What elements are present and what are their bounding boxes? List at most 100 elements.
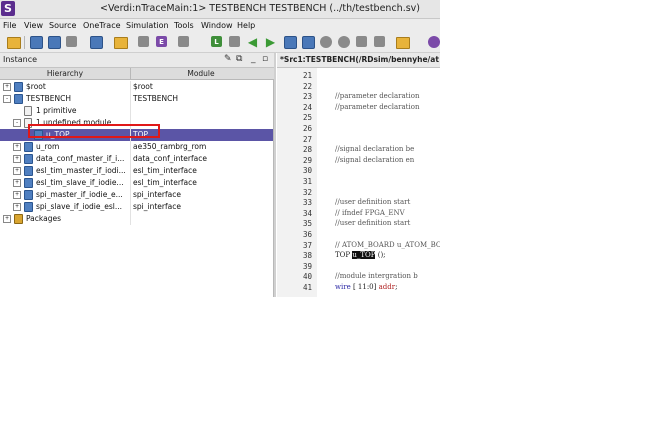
code-line: //signal declaration en	[335, 155, 415, 164]
down-icon[interactable]	[338, 36, 350, 48]
float-icon[interactable]: ⧉	[236, 54, 242, 64]
column-divider	[130, 93, 131, 105]
expand-icon[interactable]: +	[13, 143, 21, 151]
column-hierarchy[interactable]: Hierarchy	[0, 68, 131, 79]
code-line: //parameter declaration	[335, 102, 420, 111]
menu-file[interactable]: File	[3, 21, 16, 30]
expand-icon[interactable]: +	[3, 215, 11, 223]
module-icon	[24, 202, 33, 212]
tree-row[interactable]: + esl_tim_slave_if_iodie... esl_tim_interf…	[0, 177, 273, 189]
module-name: TOP	[335, 251, 353, 260]
edit-icon[interactable]	[138, 36, 149, 47]
line-number: 25	[302, 113, 312, 123]
collapse-icon[interactable]: -	[13, 119, 21, 127]
line-number: 27	[302, 134, 312, 144]
edit-e-button[interactable]: E	[156, 36, 167, 47]
project-folder-icon[interactable]	[114, 37, 128, 49]
tree-row-name: esl_tim_master_if_iodi...	[36, 166, 126, 175]
verdi-app-icon[interactable]: S	[1, 1, 15, 16]
tree-row-name: u_rom	[36, 142, 60, 151]
tree-row[interactable]: + spi_slave_if_iodie_esl... spi_interface	[0, 201, 273, 213]
source-tab-title[interactable]: *Src1:TESTBENCH(/RDsim/bennyhe/at	[280, 55, 439, 64]
signal-name[interactable]: addr	[379, 283, 395, 291]
tree-row[interactable]: + data_conf_master_if_i... data_conf_inter…	[0, 153, 273, 165]
tree-row[interactable]: 1 primitive	[0, 105, 273, 117]
menu-onetrace[interactable]: OneTrace	[83, 21, 121, 30]
module-icon	[14, 94, 23, 104]
tree-row[interactable]: + $root $root	[0, 81, 273, 93]
title-bar: S <Verdi:nTraceMain:1> TESTBENCH TESTBEN…	[0, 0, 440, 19]
verdi-logo-icon[interactable]	[428, 36, 440, 48]
tree-row-name: $root	[26, 82, 46, 91]
source-panel-header: *Src1:TESTBENCH(/RDsim/bennyhe/at	[277, 53, 440, 68]
instance-panel-title: Instance	[3, 55, 38, 64]
column-divider	[130, 141, 131, 153]
save-icon[interactable]	[229, 36, 240, 47]
module-icon	[24, 178, 33, 188]
line-number: 32	[302, 187, 312, 197]
line-number: 22	[302, 81, 312, 91]
menu-bar: File View Source OneTrace Simulation Too…	[0, 19, 440, 33]
cut-icon[interactable]	[356, 36, 367, 47]
menu-source[interactable]: Source	[49, 21, 76, 30]
trace-icon[interactable]	[66, 36, 77, 47]
window-icon[interactable]	[90, 36, 103, 49]
tree-row[interactable]: - TESTBENCH TESTBENCH	[0, 93, 273, 105]
column-divider	[130, 105, 131, 117]
code-line: TOP u_TOP ();	[335, 251, 386, 260]
line-number: 29	[302, 155, 312, 165]
tree-row[interactable]: + u_rom ae350_rambrg_rom	[0, 141, 273, 153]
hierarchy-icon[interactable]	[30, 36, 43, 49]
menu-view[interactable]: View	[24, 21, 43, 30]
tree-row[interactable]: + esl_tim_master_if_iodi... esl_tim_interf…	[0, 165, 273, 177]
expand-icon[interactable]: +	[13, 191, 21, 199]
tree-row[interactable]: + spi_master_if_iodie_e... spi_interface	[0, 189, 273, 201]
column-divider	[130, 165, 131, 177]
up-icon[interactable]	[320, 36, 332, 48]
expand-icon[interactable]: +	[13, 167, 21, 175]
keyword: wire	[335, 283, 351, 291]
driver-icon[interactable]	[284, 36, 297, 49]
expand-icon[interactable]: +	[13, 155, 21, 163]
load-icon[interactable]	[302, 36, 315, 49]
line-number-gutter: 21 22 23 24 25 26 27 28 29 30 31 32 33 34 35 36 37 38 39 40…	[277, 68, 317, 297]
module-icon	[24, 166, 33, 176]
menu-tools[interactable]: Tools	[174, 21, 194, 30]
library-icon[interactable]	[396, 37, 410, 49]
trace-load-button[interactable]: L	[211, 36, 222, 47]
forward-arrow-icon[interactable]: ▶	[264, 36, 277, 49]
line-number: 34	[302, 208, 312, 218]
expand-icon[interactable]: +	[13, 203, 21, 211]
instance-panel-header: Instance ✎ ⧉ _ ▫	[0, 53, 276, 68]
expand-icon[interactable]: +	[3, 83, 11, 91]
menu-simulation[interactable]: Simulation	[126, 21, 169, 30]
schematic-icon[interactable]	[48, 36, 61, 49]
expand-icon[interactable]: +	[13, 179, 21, 187]
tree-row-module: spi_interface	[133, 202, 181, 211]
pin-icon[interactable]: ✎	[224, 54, 232, 64]
collapse-icon[interactable]: -	[3, 95, 11, 103]
tree-row-module: data_conf_interface	[133, 154, 207, 163]
tree-row[interactable]: + Packages	[0, 213, 273, 225]
source-code-view[interactable]: //parameter declaration//parameter decla…	[317, 68, 440, 297]
column-module[interactable]: Module	[131, 68, 271, 79]
tree-row-name: esl_tim_slave_if_iodie...	[36, 178, 124, 187]
tree-row-name: data_conf_master_if_i...	[36, 154, 125, 163]
panel-splitter[interactable]	[274, 53, 276, 297]
line-number: 37	[302, 240, 312, 250]
highlighted-instance[interactable]: u_TOP	[352, 251, 376, 260]
menu-window[interactable]: Window	[201, 21, 233, 30]
window-title: <Verdi:nTraceMain:1> TESTBENCH TESTBENCH…	[100, 3, 420, 14]
menu-help[interactable]: Help	[237, 21, 255, 30]
minimize-icon[interactable]: _	[251, 54, 256, 64]
open-folder-icon[interactable]	[7, 37, 21, 49]
code-line: //signal declaration be	[335, 145, 415, 154]
filter-icon[interactable]	[178, 36, 189, 47]
paste-icon[interactable]	[374, 36, 385, 47]
maximize-icon[interactable]: ▫	[262, 54, 268, 64]
tree-row-name: 1 primitive	[36, 106, 77, 115]
tree-row-name: TESTBENCH	[26, 94, 72, 103]
back-arrow-icon[interactable]: ◀	[246, 36, 259, 49]
line-number: 36	[302, 230, 312, 239]
code-end: ;	[395, 283, 398, 291]
